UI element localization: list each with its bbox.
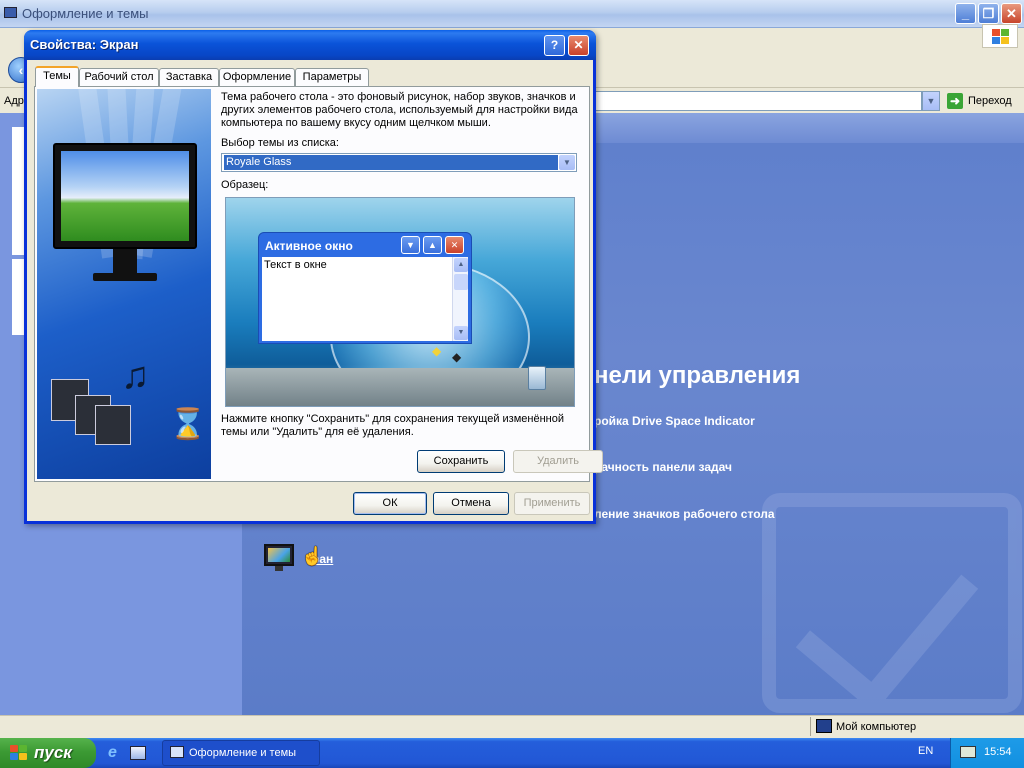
theme-preview: ◆ ◆ Активное окно ▼ ▲ ✕ Текст в окне ▲ ▼ (225, 197, 575, 407)
preview-minimize-icon: ▼ (401, 236, 420, 254)
preview-maximize-icon: ▲ (423, 236, 442, 254)
show-desktop-icon[interactable] (130, 746, 146, 760)
save-hint: Нажмите кнопку "Сохранить" для сохранени… (221, 413, 565, 438)
preview-close-icon: ✕ (445, 236, 464, 254)
theme-select-label: Выбор темы из списка: (221, 137, 339, 149)
ok-button[interactable]: ОК (353, 492, 427, 515)
taskbar-window-icon (170, 746, 184, 758)
tab-themes[interactable]: Темы (35, 66, 79, 87)
taskbar (0, 738, 1024, 768)
task-pane-box (12, 259, 24, 335)
control-panel-titlebar: Оформление и темы (0, 0, 1024, 28)
link-taskbar-transparency[interactable]: рачность панели задач (594, 460, 732, 474)
themes-description: Тема рабочего стола - это фоновый рисуно… (221, 91, 578, 129)
scroll-down-icon: ▼ (454, 326, 468, 340)
cancel-button[interactable]: Отмена (433, 492, 509, 515)
tab-desktop[interactable]: Рабочий стол (79, 68, 159, 86)
dialog-close-icon[interactable]: ✕ (568, 35, 589, 56)
preview-window-text: Текст в окне (264, 259, 327, 271)
display-properties-dialog: Свойства: Экран ? ✕ Темы Рабочий стол За… (24, 30, 603, 524)
mini-windows-icon (51, 379, 131, 445)
close-icon[interactable]: ✕ (1001, 3, 1022, 24)
chevron-down-icon[interactable]: ▼ (559, 155, 575, 170)
recycle-bin-icon (528, 366, 546, 390)
display-monitor-icon[interactable] (264, 544, 294, 572)
theme-select[interactable]: Royale Glass ▼ (221, 153, 577, 172)
music-note-icon: ♫ (121, 355, 150, 397)
hourglass-icon: ⌛ (169, 408, 207, 441)
hand-cursor-icon: ☝ (301, 546, 324, 566)
link-drive-space-indicator[interactable]: ройка Drive Space Indicator (594, 414, 755, 428)
go-button[interactable]: Переход (968, 95, 1012, 107)
scroll-thumb (454, 274, 468, 290)
link-desktop-icons[interactable]: ление значков рабочего стола (594, 507, 775, 521)
status-divider (810, 717, 811, 736)
status-location: Мой компьютер (836, 721, 917, 733)
preview-window-title: Активное окно (265, 239, 353, 253)
clock[interactable]: 15:54 (984, 746, 1012, 758)
monitor-icon (53, 143, 197, 281)
minimize-icon[interactable]: _ (955, 3, 976, 24)
restore-icon[interactable]: ❐ (978, 3, 999, 24)
control-panel-icon (4, 7, 17, 18)
theme-select-value: Royale Glass (224, 155, 558, 170)
scroll-up-icon: ▲ (454, 258, 468, 272)
network-icon[interactable] (960, 746, 976, 758)
dialog-titlebar[interactable]: Свойства: Экран ? ✕ (24, 30, 596, 60)
apply-button[interactable]: Применить (514, 492, 590, 515)
delete-theme-button[interactable]: Удалить (513, 450, 603, 473)
help-icon[interactable]: ? (544, 35, 565, 56)
internet-explorer-icon[interactable]: e (108, 744, 126, 762)
control-panel-title: Оформление и темы (22, 6, 149, 21)
language-indicator[interactable]: EN (918, 745, 933, 757)
dialog-title: Свойства: Экран (30, 37, 139, 52)
address-dropdown-icon[interactable]: ▼ (922, 91, 940, 111)
themes-tab-panel: ♫ ⌛ Тема рабочего стола - это фоновый ри… (34, 86, 603, 482)
windows-flag-icon (10, 745, 28, 761)
my-computer-icon (816, 719, 832, 733)
preview-active-window: Активное окно ▼ ▲ ✕ Текст в окне ▲ ▼ (258, 232, 472, 344)
themes-illustration: ♫ ⌛ (37, 89, 211, 479)
sample-label: Образец: (221, 179, 269, 191)
address-input[interactable] (592, 91, 922, 111)
tab-settings[interactable]: Параметры (295, 68, 369, 86)
preview-scrollbar: ▲ ▼ (452, 257, 468, 341)
windows-logo-icon (982, 24, 1018, 48)
fish-icon: ◆ (432, 344, 442, 358)
panel-heading: нели управления (594, 362, 801, 389)
task-pane-box (12, 127, 24, 255)
save-theme-button[interactable]: Сохранить (417, 450, 505, 473)
preview-sand (226, 368, 574, 406)
tab-appearance[interactable]: Оформление (219, 68, 295, 86)
tab-screensaver[interactable]: Заставка (159, 68, 219, 86)
fish-icon: ◆ (452, 350, 462, 364)
category-watermark-icon (762, 493, 1022, 713)
preview-window-body: Текст в окне ▲ ▼ (262, 257, 468, 341)
go-arrow-icon[interactable]: ➜ (947, 93, 963, 109)
address-label: Адр (4, 95, 24, 107)
taskbar-button-control-panel[interactable]: Оформление и темы (162, 740, 320, 766)
